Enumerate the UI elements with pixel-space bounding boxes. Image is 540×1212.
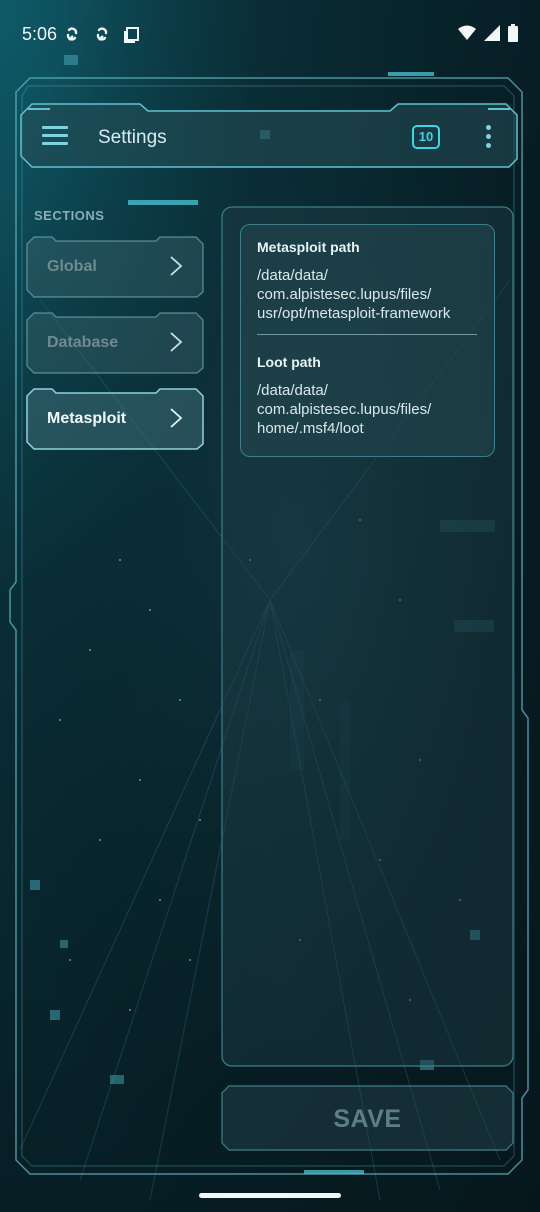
sync-icon bbox=[66, 27, 78, 41]
chevron-right-icon bbox=[170, 256, 183, 276]
loot-path-label: Loot path bbox=[257, 354, 321, 370]
overflow-menu-button[interactable] bbox=[482, 122, 496, 152]
metasploit-path-value[interactable]: /data/data/ com.alpistesec.lupus/files/ … bbox=[257, 266, 482, 323]
signal-icon bbox=[484, 25, 500, 41]
save-button-label: SAVE bbox=[333, 1105, 402, 1133]
status-system-icons bbox=[458, 24, 518, 42]
chevron-right-icon bbox=[170, 408, 183, 428]
app-bar bbox=[20, 103, 518, 168]
hamburger-menu-icon bbox=[42, 126, 68, 129]
field-divider bbox=[257, 334, 477, 335]
status-bar: 5:06 bbox=[0, 0, 540, 70]
page-title: Settings bbox=[98, 127, 167, 148]
sidebar-item-label: Metasploit bbox=[47, 410, 127, 427]
sidebar-item-database[interactable]: Database bbox=[26, 312, 204, 374]
save-button[interactable]: SAVE bbox=[221, 1085, 514, 1151]
battery-icon bbox=[508, 24, 518, 42]
chevron-right-icon bbox=[170, 332, 183, 352]
metasploit-path-label: Metasploit path bbox=[257, 239, 360, 255]
sidebar-item-metasploit[interactable]: Metasploit bbox=[26, 388, 204, 450]
sidebar-item-label: Database bbox=[47, 334, 119, 351]
sync-icon bbox=[96, 27, 108, 41]
screenshot-icon bbox=[124, 27, 139, 43]
status-time: 5:06 bbox=[22, 24, 58, 44]
loot-path-value[interactable]: /data/data/ com.alpistesec.lupus/files/ … bbox=[257, 381, 482, 438]
sidebar-item-global[interactable]: Global bbox=[26, 236, 204, 298]
notification-count-badge[interactable]: 10 bbox=[412, 125, 440, 149]
status-notification-icons bbox=[62, 24, 142, 44]
home-indicator[interactable] bbox=[199, 1193, 341, 1198]
sections-header: SECTIONS bbox=[34, 208, 105, 223]
menu-button[interactable] bbox=[42, 124, 70, 148]
sidebar-item-label: Global bbox=[47, 258, 97, 275]
wifi-icon bbox=[458, 25, 476, 40]
